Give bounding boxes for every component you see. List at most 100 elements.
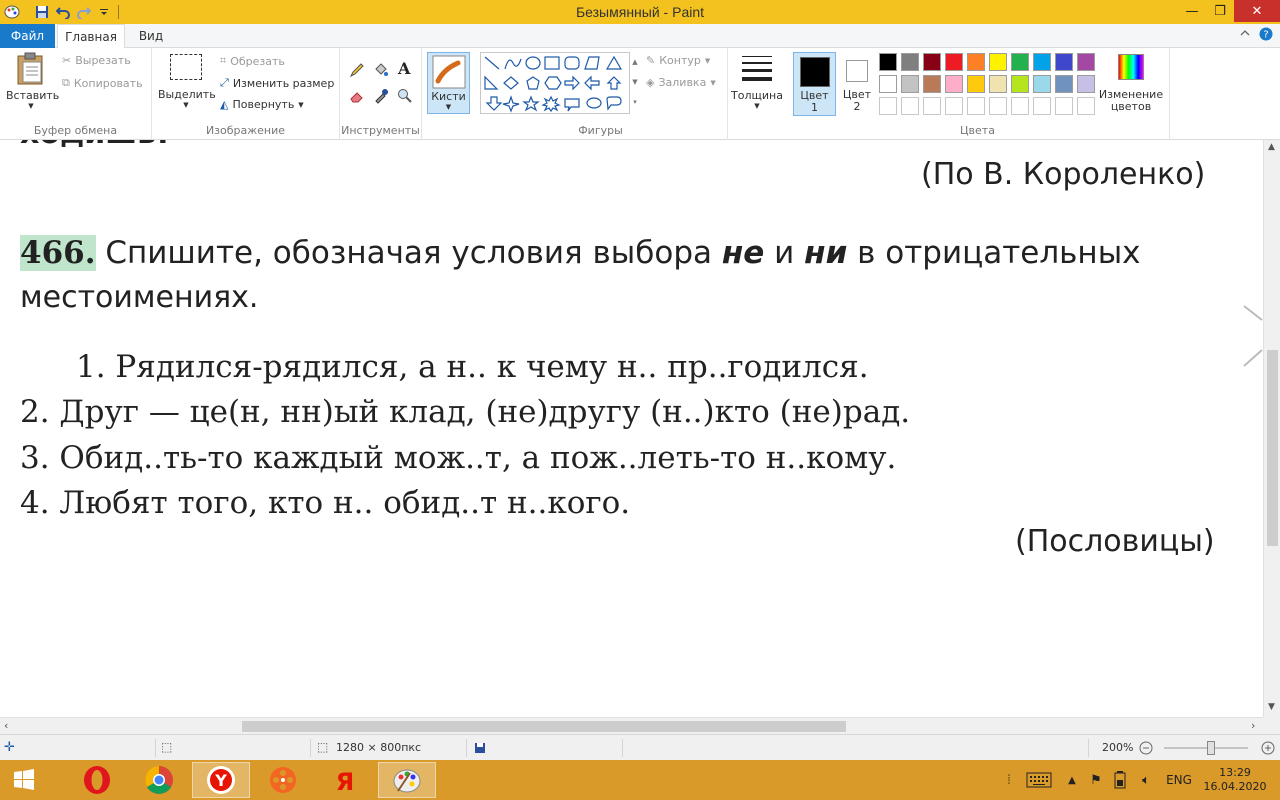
- zoom-slider-thumb[interactable]: [1207, 741, 1215, 755]
- resize-button[interactable]: ⤢ Изменить размер: [220, 76, 334, 90]
- paste-dropdown-icon: ▼: [28, 102, 34, 110]
- crop-button[interactable]: ⌗ Обрезать: [220, 54, 285, 68]
- shapes-gallery[interactable]: [480, 52, 630, 114]
- copy-button[interactable]: ⧉ Копировать: [62, 76, 143, 90]
- custom-color-slot[interactable]: [879, 97, 897, 115]
- status-separator: [1088, 739, 1089, 757]
- help-icon[interactable]: ?: [1259, 27, 1273, 44]
- scroll-up-icon[interactable]: ▲: [1268, 142, 1275, 152]
- attribution-proverbs: (Пословицы): [1015, 524, 1215, 559]
- resize-handle-icon[interactable]: [1240, 300, 1263, 370]
- battery-icon[interactable]: [1110, 760, 1130, 800]
- palette-swatch[interactable]: [923, 75, 941, 93]
- custom-color-slot[interactable]: [901, 97, 919, 115]
- action-center-flag-icon[interactable]: ⚑: [1086, 760, 1106, 800]
- custom-color-slot[interactable]: [989, 97, 1007, 115]
- select-label: Выделить: [158, 88, 216, 101]
- cut-button[interactable]: ✂ Вырезать: [62, 54, 131, 67]
- brushes-button[interactable]: Кисти ▼: [427, 52, 470, 114]
- close-button[interactable]: ✕: [1234, 0, 1280, 22]
- palette-swatch[interactable]: [923, 53, 941, 71]
- canvas[interactable]: ходишь! (По В. Короленко) 466. Спишите, …: [0, 140, 1263, 717]
- taskbar-opera[interactable]: [68, 762, 126, 798]
- horizontal-scroll-thumb[interactable]: [242, 721, 846, 732]
- shapes-gallery-icons: [484, 55, 623, 113]
- taskbar-yandex[interactable]: Я: [316, 762, 374, 798]
- ribbon: Вставить ▼ ✂ Вырезать ⧉ Копировать Буфер…: [0, 48, 1280, 140]
- palette-swatch[interactable]: [1033, 75, 1051, 93]
- custom-color-slot[interactable]: [1077, 97, 1095, 115]
- scroll-left-icon[interactable]: ‹: [4, 719, 8, 732]
- palette-swatch[interactable]: [1077, 53, 1095, 71]
- tab-home[interactable]: Главная: [57, 24, 125, 49]
- custom-color-slot[interactable]: [1011, 97, 1029, 115]
- start-button[interactable]: [0, 762, 48, 798]
- palette-swatch[interactable]: [1011, 75, 1029, 93]
- palette-swatch[interactable]: [989, 75, 1007, 93]
- palette-swatch[interactable]: [989, 53, 1007, 71]
- task-text-a: Спишите, обозначая условия выбора: [95, 235, 722, 271]
- palette-swatch[interactable]: [879, 53, 897, 71]
- palette-swatch[interactable]: [1055, 75, 1073, 93]
- selection-size-icon: ⬚: [161, 740, 173, 754]
- custom-color-slot[interactable]: [967, 97, 985, 115]
- fill-icon: ◈: [646, 76, 655, 89]
- rotate-button[interactable]: ◭ Повернуть ▼: [220, 98, 304, 111]
- scroll-right-icon[interactable]: ›: [1251, 719, 1255, 732]
- palette-swatch[interactable]: [1077, 75, 1095, 93]
- volume-icon[interactable]: 🔈︎: [1136, 760, 1156, 800]
- palette-swatch[interactable]: [945, 75, 963, 93]
- size-button[interactable]: Толщина ▼: [730, 54, 784, 110]
- palette-swatch[interactable]: [967, 75, 985, 93]
- zoom-in-icon[interactable]: [1261, 741, 1275, 755]
- paste-button[interactable]: Вставить ▼: [6, 52, 59, 110]
- zoom-slider-track[interactable]: [1164, 747, 1248, 749]
- palette-swatch[interactable]: [1033, 53, 1051, 71]
- vertical-scrollbar[interactable]: ▲ ▼: [1263, 140, 1280, 717]
- film-reel-icon: [270, 767, 296, 793]
- zoom-out-icon[interactable]: [1139, 741, 1153, 755]
- custom-color-slot[interactable]: [1055, 97, 1073, 115]
- horizontal-scrollbar[interactable]: ‹ ›: [0, 717, 1263, 734]
- edit-colors-button[interactable]: Изменение цветов: [1098, 54, 1164, 113]
- select-button[interactable]: Выделить ▼: [158, 54, 216, 109]
- taskbar-chrome[interactable]: [130, 762, 188, 798]
- fill-bucket-icon[interactable]: [373, 62, 389, 78]
- palette-swatch[interactable]: [945, 53, 963, 71]
- palette-swatch[interactable]: [967, 53, 985, 71]
- file-size-icon: [475, 743, 485, 753]
- clock[interactable]: 13:29 16.04.2020: [1200, 760, 1270, 800]
- maximize-button[interactable]: ❐: [1206, 0, 1234, 22]
- palette-swatch[interactable]: [879, 75, 897, 93]
- outline-button[interactable]: ✎ Контур ▼: [646, 54, 710, 67]
- custom-color-slot[interactable]: [945, 97, 963, 115]
- tab-view[interactable]: Вид: [130, 24, 172, 48]
- taskbar-media-player[interactable]: [254, 762, 312, 798]
- palette-swatch[interactable]: [1011, 53, 1029, 71]
- custom-color-slot[interactable]: [1033, 97, 1051, 115]
- show-hidden-icons-icon[interactable]: ▲: [1064, 760, 1080, 800]
- eraser-icon[interactable]: [349, 88, 365, 104]
- color-picker-icon[interactable]: [373, 88, 389, 104]
- shapes-scroll[interactable]: ▲ ▼ ▾: [630, 52, 640, 114]
- size-group: Толщина ▼: [728, 48, 786, 140]
- tab-file[interactable]: Файл: [0, 24, 55, 48]
- zoom-level: 200%: [1102, 741, 1134, 754]
- magnifier-icon[interactable]: [397, 88, 413, 104]
- palette-swatch[interactable]: [901, 75, 919, 93]
- minimize-button[interactable]: —: [1178, 0, 1206, 22]
- palette-swatch[interactable]: [901, 53, 919, 71]
- taskbar-paint[interactable]: [378, 762, 436, 798]
- image-group-label: Изображение: [205, 124, 286, 137]
- taskbar-yandex-browser[interactable]: Y: [192, 762, 250, 798]
- vertical-scroll-thumb[interactable]: [1267, 350, 1278, 546]
- pencil-icon[interactable]: [349, 62, 365, 78]
- palette-swatch[interactable]: [1055, 53, 1073, 71]
- fill-button[interactable]: ◈ Заливка ▼: [646, 76, 716, 89]
- scroll-down-icon[interactable]: ▼: [1268, 702, 1275, 712]
- language-indicator[interactable]: ENG: [1164, 760, 1194, 800]
- collapse-ribbon-icon[interactable]: [1240, 28, 1250, 41]
- custom-color-slot[interactable]: [923, 97, 941, 115]
- text-tool-icon[interactable]: A: [398, 59, 410, 78]
- keyboard-icon[interactable]: [1024, 760, 1054, 800]
